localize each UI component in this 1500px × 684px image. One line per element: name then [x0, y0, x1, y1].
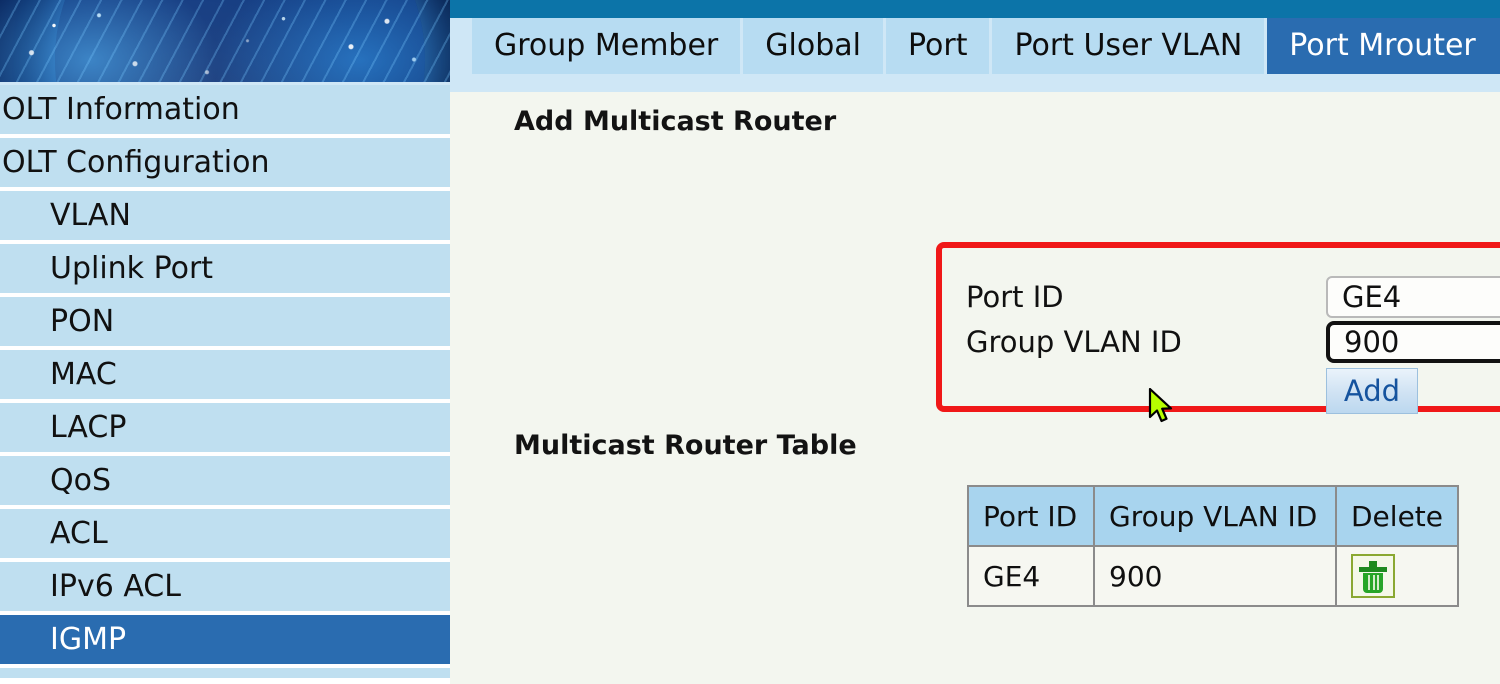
sidebar-item-label: MAC	[50, 357, 117, 392]
tab-label: Port	[907, 28, 968, 63]
multicast-router-table: Port ID Group VLAN ID Delete GE4 900	[967, 485, 1459, 607]
port-id-select[interactable]: GE4	[1326, 275, 1500, 318]
sidebar-item-label: OLT Configuration	[2, 145, 270, 180]
table-body: GE4 900	[967, 545, 1459, 607]
group-vlan-id-select[interactable]: 900	[1326, 320, 1500, 363]
sidebar-item-ipv6-acl[interactable]: IPv6 ACL	[0, 562, 450, 611]
sidebar-item-label: VLAN	[50, 198, 131, 233]
group-vlan-id-value: 900	[1344, 324, 1400, 359]
sidebar-banner-image	[0, 0, 450, 85]
sidebar-item-lacp[interactable]: LACP	[0, 403, 450, 452]
cell-group-vlan-id: 900	[1093, 545, 1337, 607]
add-multicast-router-form: Port ID GE4 Group VLAN ID 900 Add	[966, 274, 1500, 414]
sidebar-item-olt-configuration[interactable]: OLT Configuration	[0, 138, 450, 187]
table-section-title: Multicast Router Table	[514, 430, 857, 461]
tab-group-member[interactable]: Group Member	[472, 18, 741, 74]
group-vlan-id-row: Group VLAN ID 900	[966, 319, 1500, 364]
sidebar-item-label: ACL	[50, 516, 108, 551]
banner-divider	[0, 82, 450, 85]
cell-delete	[1335, 545, 1459, 607]
trash-rib	[1372, 575, 1375, 590]
sidebar-item-pon[interactable]: PON	[0, 297, 450, 346]
cell-port-id: GE4	[967, 545, 1095, 607]
sidebar-item-vlan[interactable]: VLAN	[0, 191, 450, 240]
tab-label: Port User VLAN	[1014, 28, 1243, 63]
tab-label: Group Member	[494, 28, 719, 63]
sidebar-item-label: PON	[50, 304, 115, 339]
sidebar-item-label: IGMP	[50, 622, 127, 657]
sidebar-item-label: LACP	[50, 410, 127, 445]
tab-label: Port Mrouter	[1289, 28, 1476, 63]
sidebar-item-label: QoS	[50, 463, 112, 498]
port-id-label: Port ID	[966, 279, 1064, 314]
sidebar-item-qos[interactable]: QoS	[0, 456, 450, 505]
trash-lid	[1359, 567, 1387, 572]
port-id-value: GE4	[1342, 279, 1402, 314]
tab-bar: Group Member Global Port Port User VLAN …	[450, 18, 1500, 92]
sidebar-item-mac[interactable]: MAC	[0, 350, 450, 399]
column-header-port-id: Port ID	[967, 485, 1095, 547]
sidebar: OLT Information OLT Configuration VLAN U…	[0, 0, 450, 684]
sidebar-item-partial[interactable]	[0, 668, 450, 678]
sidebar-item-label: Uplink Port	[50, 251, 214, 286]
sidebar-menu: OLT Information OLT Configuration VLAN U…	[0, 85, 450, 678]
sidebar-item-acl[interactable]: ACL	[0, 509, 450, 558]
sidebar-item-uplink-port[interactable]: Uplink Port	[0, 244, 450, 293]
tab-global[interactable]: Global	[743, 18, 883, 74]
tab-port-user-vlan[interactable]: Port User VLAN	[992, 18, 1265, 74]
sidebar-item-label: IPv6 ACL	[50, 569, 181, 604]
add-button[interactable]: Add	[1326, 368, 1418, 414]
trash-rib	[1368, 575, 1370, 590]
sidebar-item-igmp[interactable]: IGMP	[0, 615, 450, 664]
application-window: OLT Information OLT Configuration VLAN U…	[0, 0, 1500, 684]
add-button-row: Add	[966, 368, 1500, 414]
content-area: Group Member Global Port Port User VLAN …	[450, 0, 1500, 684]
trash-rib	[1377, 575, 1379, 590]
banner-sparkles	[0, 0, 450, 85]
table-head: Port ID Group VLAN ID Delete	[967, 485, 1459, 547]
table-row: GE4 900	[967, 545, 1459, 607]
sidebar-item-olt-information[interactable]: OLT Information	[0, 85, 450, 134]
tab-port[interactable]: Port	[885, 18, 990, 74]
sidebar-item-label: OLT Information	[2, 92, 240, 127]
port-id-row: Port ID GE4	[966, 274, 1500, 319]
table-header-row: Port ID Group VLAN ID Delete	[967, 485, 1459, 547]
tab-port-mrouter[interactable]: Port Mrouter	[1267, 18, 1500, 74]
add-section-title: Add Multicast Router	[514, 106, 837, 137]
tab-label: Global	[765, 28, 861, 63]
group-vlan-id-label: Group VLAN ID	[966, 324, 1182, 359]
trash-icon[interactable]	[1351, 554, 1395, 598]
column-header-delete: Delete	[1335, 485, 1459, 547]
panel: Add Multicast Router Port ID GE4 Group V…	[450, 92, 1500, 607]
top-blue-bar	[450, 0, 1500, 18]
column-header-group-vlan-id: Group VLAN ID	[1093, 485, 1337, 547]
